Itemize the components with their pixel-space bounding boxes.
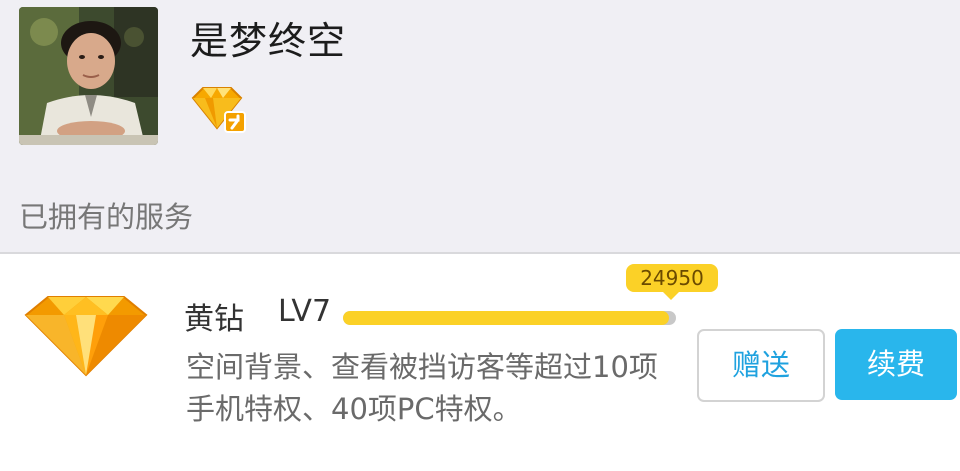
renew-button[interactable]: 续费 — [835, 329, 957, 400]
service-level: LV7 — [278, 294, 332, 329]
level-progress-bar — [343, 311, 676, 325]
service-card: 黄钻 LV7 24950 空间背景、查看被挡访客等超过10项 手机特权、40项P… — [0, 254, 960, 471]
yellow-diamond-badge-icon[interactable] — [191, 84, 249, 136]
service-name: 黄钻 — [184, 302, 244, 337]
avatar-photo — [19, 7, 158, 145]
points-tooltip: 24950 — [626, 264, 718, 300]
service-description: 空间背景、查看被挡访客等超过10项 手机特权、40项PC特权。 — [186, 350, 658, 426]
username: 是梦终空 — [190, 19, 347, 63]
owned-services-label: 已拥有的服务 — [19, 200, 194, 234]
yellow-diamond-icon — [24, 295, 148, 377]
gift-button[interactable]: 赠送 — [697, 329, 825, 402]
level-progress-fill — [343, 311, 669, 325]
profile-header: 是梦终空 已拥有的服务 — [0, 0, 960, 254]
avatar[interactable] — [19, 7, 158, 145]
